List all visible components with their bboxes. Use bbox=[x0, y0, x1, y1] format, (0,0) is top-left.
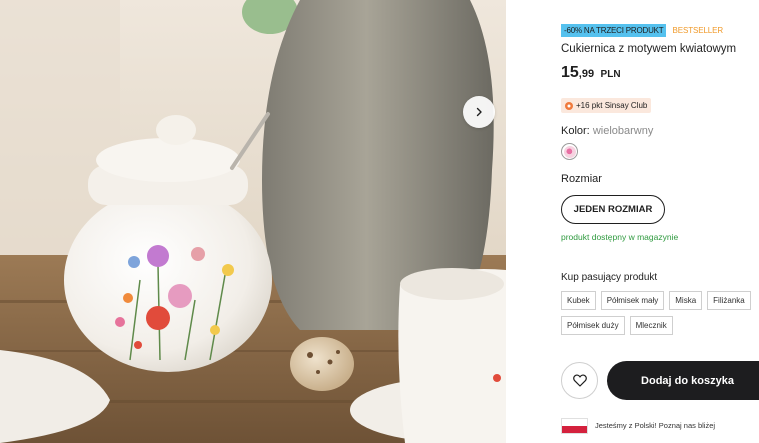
product-info-panel: -60% NA TRZECI PRODUKT BESTSELLER Cukier… bbox=[506, 0, 759, 443]
badges: -60% NA TRZECI PRODUKT BESTSELLER bbox=[561, 24, 723, 37]
chevron-right-icon bbox=[476, 107, 482, 117]
matching-product-tag[interactable]: Mlecznik bbox=[629, 316, 673, 335]
favorite-button[interactable] bbox=[561, 362, 598, 399]
matching-product-tag[interactable]: Filiżanka bbox=[707, 291, 751, 310]
product-photo bbox=[0, 0, 506, 443]
price-currency: PLN bbox=[600, 69, 621, 80]
product-price: 15,99 PLN bbox=[561, 64, 621, 82]
promo-badge: -60% NA TRZECI PRODUKT bbox=[561, 24, 667, 37]
color-swatch[interactable] bbox=[561, 143, 578, 160]
gallery-next-button[interactable] bbox=[463, 96, 495, 128]
matching-product-tag[interactable]: Półmisek duży bbox=[561, 316, 625, 335]
color-line: Kolor: wielobarwny bbox=[561, 125, 653, 137]
matching-products-list: Kubek Półmisek mały Miska Filiżanka Półm… bbox=[561, 291, 759, 335]
price-decimal: ,99 bbox=[578, 68, 595, 80]
poland-flag-icon bbox=[561, 418, 588, 434]
matching-product-tag[interactable]: Miska bbox=[669, 291, 703, 310]
size-option-button[interactable]: JEDEN ROZMIAR bbox=[561, 195, 665, 224]
color-label: Kolor: bbox=[561, 125, 590, 137]
matching-product-tag[interactable]: Półmisek mały bbox=[600, 291, 665, 310]
club-points-badge: +16 pkt Sinsay Club bbox=[561, 98, 652, 113]
size-label: Rozmiar bbox=[561, 173, 602, 185]
club-icon bbox=[565, 101, 573, 110]
product-photo-illustration bbox=[0, 0, 506, 443]
matching-product-tag[interactable]: Kubek bbox=[561, 291, 596, 310]
flower-pattern-icon bbox=[563, 145, 576, 158]
add-to-cart-button[interactable]: Dodaj do koszyka bbox=[607, 361, 759, 400]
stock-status: produkt dostępny w magazynie bbox=[561, 232, 679, 242]
bestseller-badge: BESTSELLER bbox=[672, 26, 724, 35]
color-value: wielobarwny bbox=[592, 125, 654, 137]
about-us-link[interactable]: Jesteśmy z Polski! Poznaj nas bliżej bbox=[595, 421, 715, 430]
club-points-text: +16 pkt Sinsay Club bbox=[576, 101, 648, 110]
matching-products-label: Kup pasujący produkt bbox=[561, 272, 658, 283]
product-title: Cukiernica z motywem kwiatowym bbox=[561, 43, 737, 55]
price-main: 15 bbox=[561, 64, 579, 81]
heart-icon bbox=[572, 374, 587, 387]
